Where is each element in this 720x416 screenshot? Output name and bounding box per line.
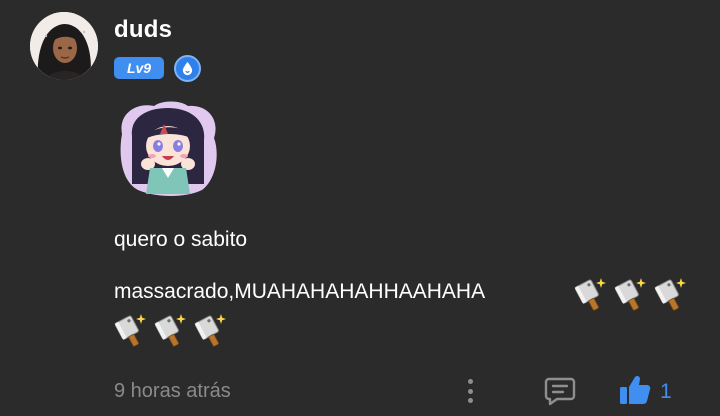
emoji-row-1 xyxy=(574,277,688,313)
emoji-row-2 xyxy=(114,313,228,349)
reply-comment-icon[interactable] xyxy=(544,376,576,406)
level-badge: Lv9 xyxy=(114,57,164,79)
comment-item: duds Lv9 quero o sabito massacrado,MUAHA… xyxy=(0,0,720,416)
water-drop-badge-icon xyxy=(174,55,201,82)
cleaver-emoji-icon xyxy=(574,277,608,313)
avatar[interactable] xyxy=(30,12,98,80)
dot xyxy=(467,398,473,403)
thumbs-up-icon[interactable] xyxy=(618,374,652,406)
username[interactable]: duds xyxy=(114,16,172,44)
cleaver-emoji-icon xyxy=(654,277,688,313)
more-options-icon[interactable] xyxy=(460,376,480,406)
cleaver-emoji-icon xyxy=(154,313,188,349)
comment-text-line-1: quero o sabito xyxy=(114,228,248,251)
cleaver-emoji-icon xyxy=(194,313,228,349)
like-count: 1 xyxy=(660,380,672,403)
timestamp: 9 horas atrás xyxy=(114,380,231,402)
cleaver-emoji-icon xyxy=(614,277,648,313)
cleaver-emoji-icon xyxy=(114,313,148,349)
comment-text-line-2: massacrado,MUAHAHAHAHHAAHAHA xyxy=(114,280,486,303)
anime-girl-sticker-icon[interactable] xyxy=(116,98,222,198)
dot xyxy=(467,379,473,384)
dot xyxy=(467,388,473,394)
